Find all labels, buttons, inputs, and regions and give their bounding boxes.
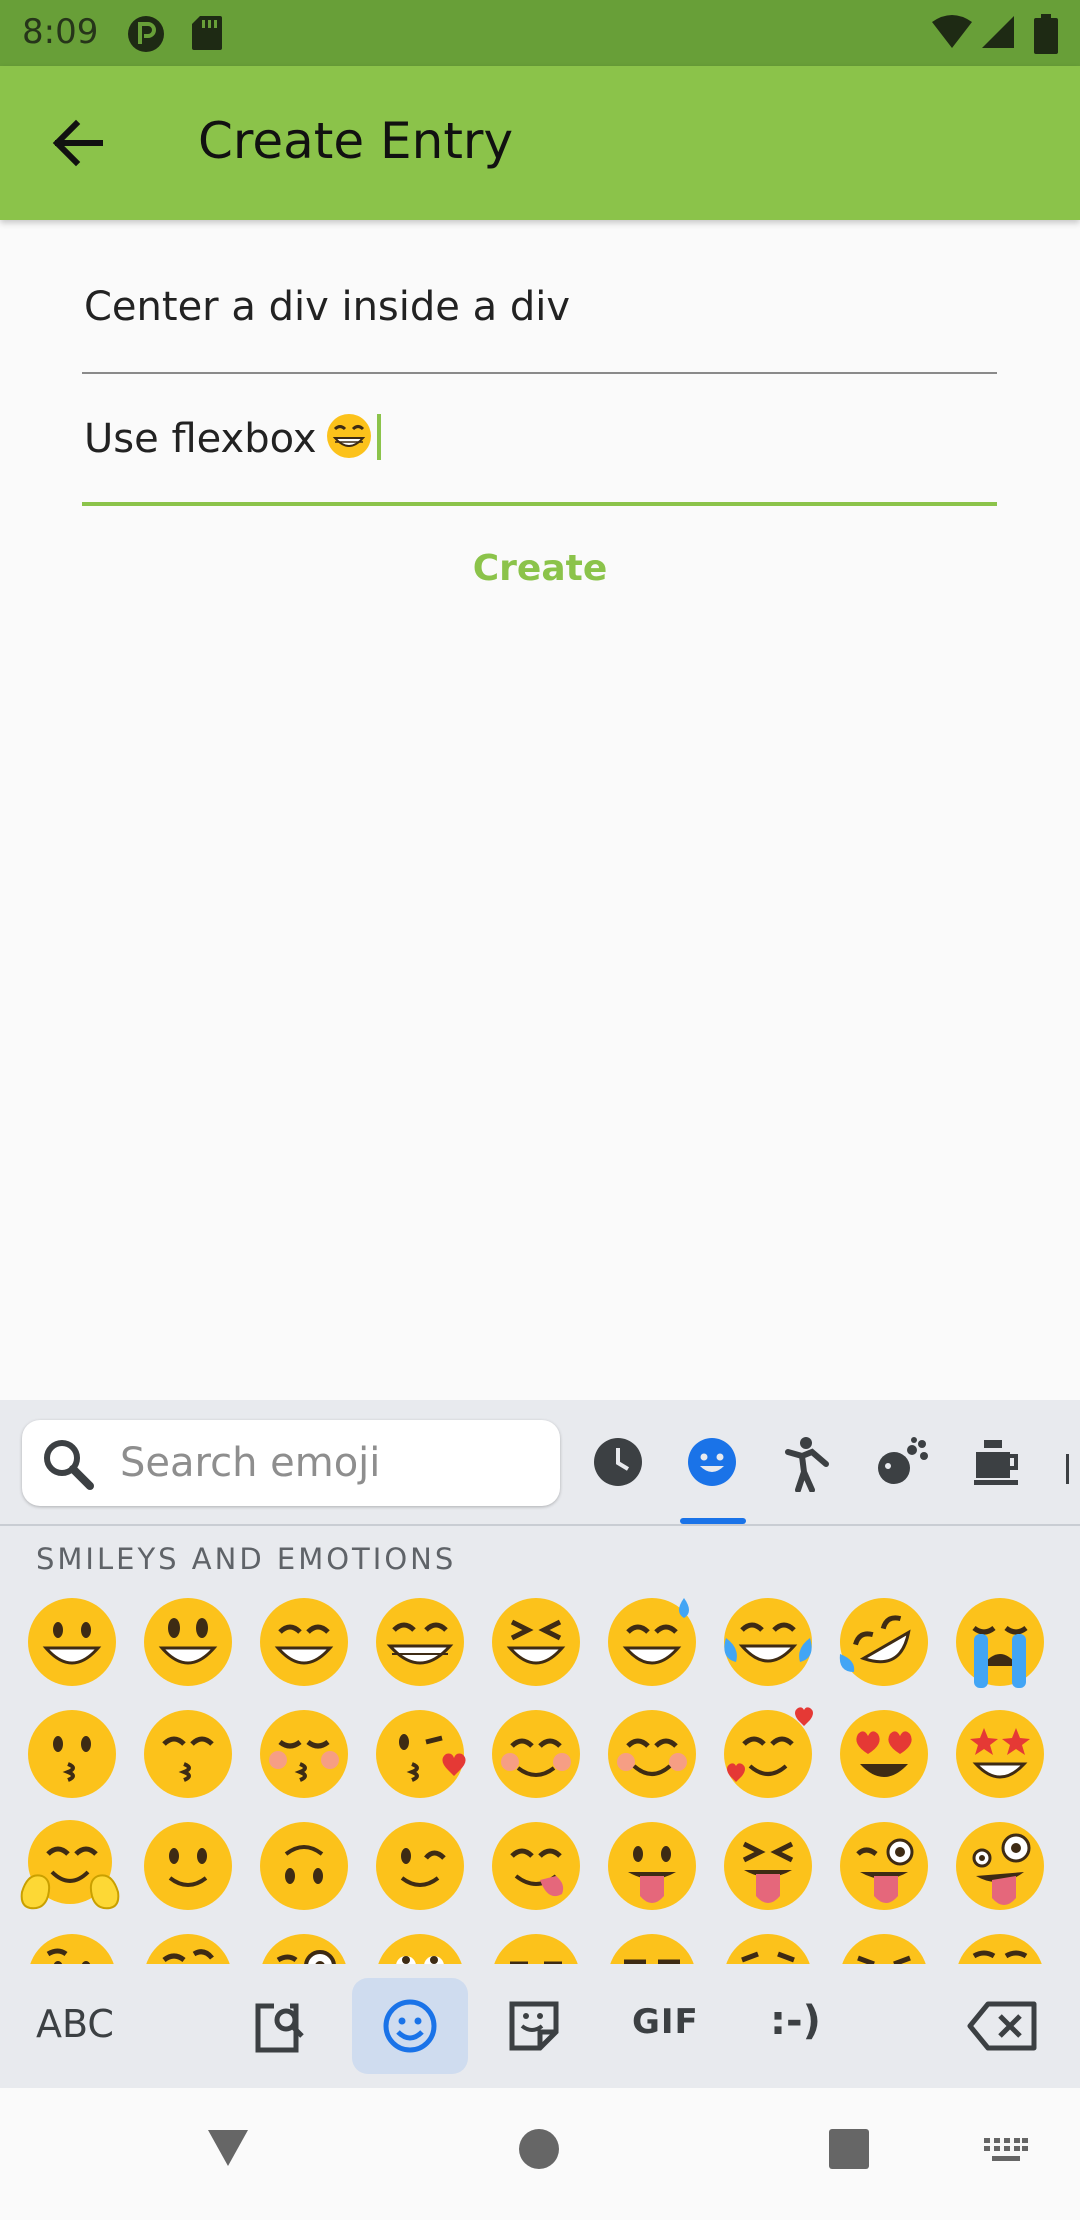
backspace-icon[interactable] [966,2000,1038,2052]
thinking-face-emoji[interactable] [24,1930,120,1964]
relieved-face-emoji[interactable] [952,1930,1048,1964]
emoji-tab-icon[interactable] [380,1996,440,2056]
face-blowing-kiss-emoji[interactable] [372,1706,468,1802]
smirking-face-emoji[interactable] [488,1930,584,1964]
title-field-underline [82,372,997,374]
page-title: Create Entry [198,112,514,170]
tears-of-joy-emoji[interactable] [720,1594,816,1690]
animals-icon[interactable] [874,1436,930,1488]
sd-card-icon [192,16,222,50]
category-selected-indicator [680,1518,746,1524]
description-field-text: Use flexbox [84,412,381,462]
search-icon [44,1440,94,1490]
upside-down-face-emoji[interactable] [256,1818,352,1914]
gif-button[interactable]: GIF [632,2002,699,2042]
pensive-face-emoji[interactable] [720,1930,816,1964]
beaming-face-emoji[interactable] [372,1594,468,1690]
kissing-face-emoji[interactable] [24,1706,120,1802]
nav-home-icon[interactable] [518,2128,560,2170]
winking-face-emoji[interactable] [372,1818,468,1914]
squinting-face-emoji[interactable] [488,1594,584,1690]
emoji-section-label: SMILEYS AND EMOTIONS [36,1542,457,1576]
arrow-back-icon[interactable] [42,108,112,178]
status-time: 8:09 [22,12,99,52]
app-bar: Create Entry [0,66,1080,220]
grinning-smiling-eyes-emoji[interactable] [256,1594,352,1690]
emoji-grid [0,1586,1080,1964]
title-field-value: Center a div inside a div [84,284,570,330]
nav-recents-icon[interactable] [828,2128,870,2170]
emoticon-button[interactable]: :-) [770,1998,821,2044]
battery-icon [1034,14,1058,54]
emoji-search-input[interactable] [118,1434,542,1492]
text-cursor [376,414,381,460]
winking-tongue-emoji[interactable] [836,1818,932,1914]
loudly-crying-emoji[interactable] [952,1594,1048,1690]
smiling-eyes-emoji[interactable] [604,1706,700,1802]
zany-face-emoji[interactable] [952,1818,1048,1914]
emoji-keyboard: SMILEYS AND EMOTIONS [0,1400,1080,2088]
wifi-icon [932,15,972,48]
disappointed-face-emoji[interactable] [836,1930,932,1964]
hugging-face-emoji[interactable] [20,1818,120,1914]
title-field[interactable]: Center a div inside a div [82,264,997,374]
smiling-face-emoji[interactable] [488,1706,584,1802]
rolling-eyes-emoji[interactable] [372,1930,468,1964]
description-field-value: Use flexbox [84,416,317,462]
food-icon[interactable] [970,1436,1022,1488]
create-button[interactable]: Create [0,548,1080,589]
face-with-tongue-emoji[interactable] [604,1818,700,1914]
pocket-casts-notification-icon [128,16,164,52]
abc-button[interactable]: ABC [36,2002,114,2046]
keyboard-switcher-icon[interactable] [982,2136,1030,2166]
beaming-face-emoji-icon [326,414,371,458]
keyboard-toolbar: ABC GIF :-) [0,1964,1080,2088]
kissing-closed-eyes-emoji[interactable] [256,1706,352,1802]
unamused-face-emoji[interactable] [604,1930,700,1964]
recent-icon[interactable] [592,1436,644,1488]
raised-eyebrow-emoji[interactable] [140,1930,236,1964]
kissing-smiling-eyes-emoji[interactable] [140,1706,236,1802]
grinning-sweat-emoji[interactable] [604,1594,700,1690]
clipboard-search-icon[interactable] [250,1996,310,2056]
nav-back-icon[interactable] [206,2128,250,2168]
category-overflow-divider [1066,1454,1069,1484]
rolling-on-floor-laughing-emoji[interactable] [836,1594,932,1690]
description-field-underline [82,502,997,506]
slightly-smiling-face-emoji[interactable] [140,1818,236,1914]
squinting-tongue-emoji[interactable] [720,1818,816,1914]
savoring-food-emoji[interactable] [488,1818,584,1914]
grinning-big-eyes-emoji[interactable] [140,1594,236,1690]
navigation-bar [0,2088,1080,2220]
smiling-hearts-emoji[interactable] [720,1706,816,1802]
smileys-icon[interactable] [686,1436,738,1488]
grinning-face-emoji[interactable] [24,1594,120,1690]
description-field[interactable]: Use flexbox [82,396,997,508]
status-bar: 8:09 [0,0,1080,66]
star-struck-emoji[interactable] [952,1706,1048,1802]
heart-eyes-emoji[interactable] [836,1706,932,1802]
face-with-monocle-emoji[interactable] [256,1930,352,1964]
emoji-search-box[interactable] [22,1420,560,1506]
people-icon[interactable] [782,1436,834,1492]
sticker-icon[interactable] [506,1998,562,2054]
cellular-signal-icon [982,16,1014,48]
emoji-keyboard-header [0,1400,1080,1526]
